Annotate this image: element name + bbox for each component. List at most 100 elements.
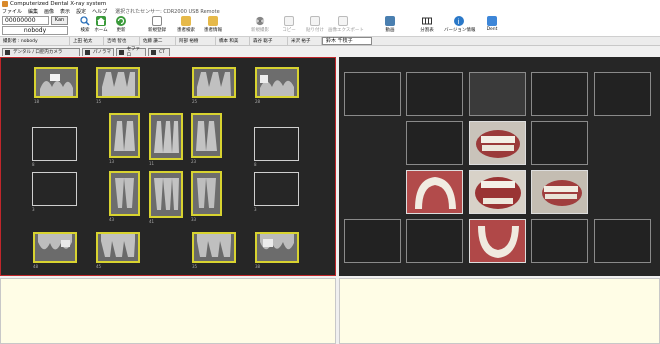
window-title: Computerized Dental X-ray system bbox=[10, 1, 107, 7]
new-capture-button[interactable]: 新規撮影 bbox=[245, 16, 275, 36]
tooth-number: 25 bbox=[192, 99, 198, 104]
staff-option[interactable]: 米沢 裕子 bbox=[288, 36, 322, 46]
export-button[interactable]: 画像エクスポート bbox=[328, 16, 364, 36]
tab-panorama[interactable]: パノラマ bbox=[82, 48, 114, 56]
folder-info-icon bbox=[208, 16, 218, 26]
grid-table-button[interactable]: 分割表 bbox=[412, 16, 442, 36]
version-info-button[interactable]: i バージョン情報 bbox=[444, 16, 475, 36]
note-area-right[interactable] bbox=[339, 278, 660, 344]
patient-search-button[interactable]: 患者検索 bbox=[171, 16, 201, 36]
xray-slot-empty[interactable] bbox=[32, 172, 77, 206]
intraoral-photo-lower-occlusal[interactable] bbox=[469, 219, 526, 263]
xray-slot-empty[interactable] bbox=[254, 172, 299, 206]
home-icon bbox=[96, 16, 106, 26]
staff-option[interactable]: 吉崎 智也 bbox=[104, 36, 140, 46]
photo-panel bbox=[339, 57, 660, 276]
xray-slot-empty[interactable] bbox=[32, 127, 77, 161]
tooth-number: 33 bbox=[191, 217, 197, 222]
staff-option[interactable]: 森谷 聡子 bbox=[250, 36, 288, 46]
photo-slot-empty[interactable] bbox=[344, 72, 401, 116]
copy-icon bbox=[284, 16, 294, 26]
menu-view[interactable]: 表示 bbox=[60, 8, 70, 15]
menu-file[interactable]: ファイル bbox=[2, 8, 22, 15]
photo-slot-empty[interactable] bbox=[406, 219, 463, 263]
new-capture-label: 新規撮影 bbox=[251, 28, 269, 33]
tab-panorama-label: パノラマ bbox=[93, 49, 111, 55]
photo-slot-empty[interactable] bbox=[406, 121, 463, 165]
menu-help[interactable]: ヘルプ bbox=[92, 8, 107, 15]
patient-id-field[interactable]: 00000000 bbox=[2, 16, 49, 25]
xray-image[interactable] bbox=[96, 67, 140, 98]
photo-slot-empty[interactable] bbox=[531, 121, 588, 165]
xray-image-content bbox=[257, 69, 297, 96]
sensor-status: 選択されたセンサー: CDR2000 USB Remote bbox=[115, 9, 220, 15]
slot-number: 3 bbox=[254, 207, 257, 212]
xray-slot-empty[interactable] bbox=[254, 127, 299, 161]
refresh-button[interactable]: 更新 bbox=[106, 16, 136, 36]
tab-cephalo[interactable]: セファロ bbox=[116, 47, 146, 58]
slot-number: 8 bbox=[254, 162, 257, 167]
xray-image[interactable] bbox=[149, 113, 183, 160]
xray-image[interactable] bbox=[109, 113, 140, 158]
xray-image[interactable] bbox=[192, 67, 236, 98]
xray-image[interactable] bbox=[96, 232, 140, 263]
new-register-button[interactable]: 新規登録 bbox=[142, 16, 172, 36]
photo-slot-selected[interactable] bbox=[469, 72, 526, 116]
xray-image[interactable] bbox=[255, 67, 299, 98]
intraoral-photo-frontal[interactable] bbox=[469, 121, 526, 165]
xray-image-content bbox=[98, 234, 138, 261]
note-area-left[interactable] bbox=[0, 278, 336, 344]
xray-image[interactable] bbox=[191, 171, 222, 216]
radiation-icon bbox=[255, 16, 265, 26]
photo-slot-empty[interactable] bbox=[531, 219, 588, 263]
paste-button[interactable]: 貼り付け bbox=[300, 16, 330, 36]
intraoral-photo-lateral[interactable] bbox=[531, 170, 588, 214]
staff-option[interactable]: 阿部 裕樹 bbox=[176, 36, 216, 46]
photo-slot-empty[interactable] bbox=[344, 219, 401, 263]
tooth-number: 28 bbox=[255, 99, 261, 104]
photo-slot-empty[interactable] bbox=[531, 72, 588, 116]
staff-option[interactable]: 上田 祐太 bbox=[70, 36, 104, 46]
xray-image[interactable] bbox=[149, 171, 183, 218]
app-logo-icon bbox=[2, 1, 8, 7]
dent-app-button[interactable]: Dent bbox=[477, 16, 507, 36]
xray-image[interactable] bbox=[191, 113, 222, 158]
xray-image[interactable] bbox=[192, 232, 236, 263]
xray-image[interactable] bbox=[34, 67, 78, 98]
patient-search-label: 患者検索 bbox=[177, 28, 195, 33]
tooth-number: 48 bbox=[33, 264, 39, 269]
xray-image[interactable] bbox=[33, 232, 77, 263]
intraoral-photo-upper-occlusal[interactable] bbox=[406, 170, 463, 214]
menu-settings[interactable]: 設定 bbox=[76, 8, 86, 15]
menu-edit[interactable]: 編集 bbox=[28, 8, 38, 15]
staff-option[interactable]: 佐藤 謙二 bbox=[140, 36, 176, 46]
kana-button[interactable]: Kan bbox=[51, 16, 68, 25]
refresh-icon bbox=[116, 16, 126, 26]
intraoral-photo-content bbox=[532, 171, 587, 213]
xray-image-content bbox=[194, 234, 234, 261]
toolbar: 00000000 Kan nobody 検索 ホーム 更新 新規登録 患者検索 … bbox=[0, 15, 660, 37]
export-icon bbox=[338, 16, 348, 26]
xray-image-content bbox=[151, 115, 181, 158]
tab-ct[interactable]: CT bbox=[148, 48, 170, 56]
staff-option-selected[interactable]: 鈴木 千枝子 bbox=[322, 37, 372, 45]
photo-slot-empty[interactable] bbox=[406, 72, 463, 116]
svg-text:i: i bbox=[458, 18, 460, 26]
staff-option[interactable]: 橋本 和美 bbox=[216, 36, 250, 46]
patient-info-button[interactable]: 患者情報 bbox=[198, 16, 228, 36]
photo-slot-empty[interactable] bbox=[594, 219, 651, 263]
menu-image[interactable]: 画像 bbox=[44, 8, 54, 15]
intraoral-photo-frontal-open[interactable] bbox=[469, 170, 526, 214]
video-label: 動画 bbox=[385, 28, 395, 33]
xray-image[interactable] bbox=[255, 232, 299, 263]
paste-label: 貼り付け bbox=[306, 28, 324, 33]
video-button[interactable]: 動画 bbox=[375, 16, 405, 36]
tooth-number: 18 bbox=[34, 99, 40, 104]
patient-name-field[interactable]: nobody bbox=[2, 26, 68, 35]
photo-slot-empty[interactable] bbox=[594, 72, 651, 116]
paste-icon bbox=[310, 16, 320, 26]
tab-dental[interactable]: デンタル / 口腔内カメラ bbox=[2, 48, 80, 56]
tooth-number: 13 bbox=[109, 159, 115, 164]
xray-image-content bbox=[35, 234, 75, 261]
xray-image[interactable] bbox=[109, 171, 140, 216]
